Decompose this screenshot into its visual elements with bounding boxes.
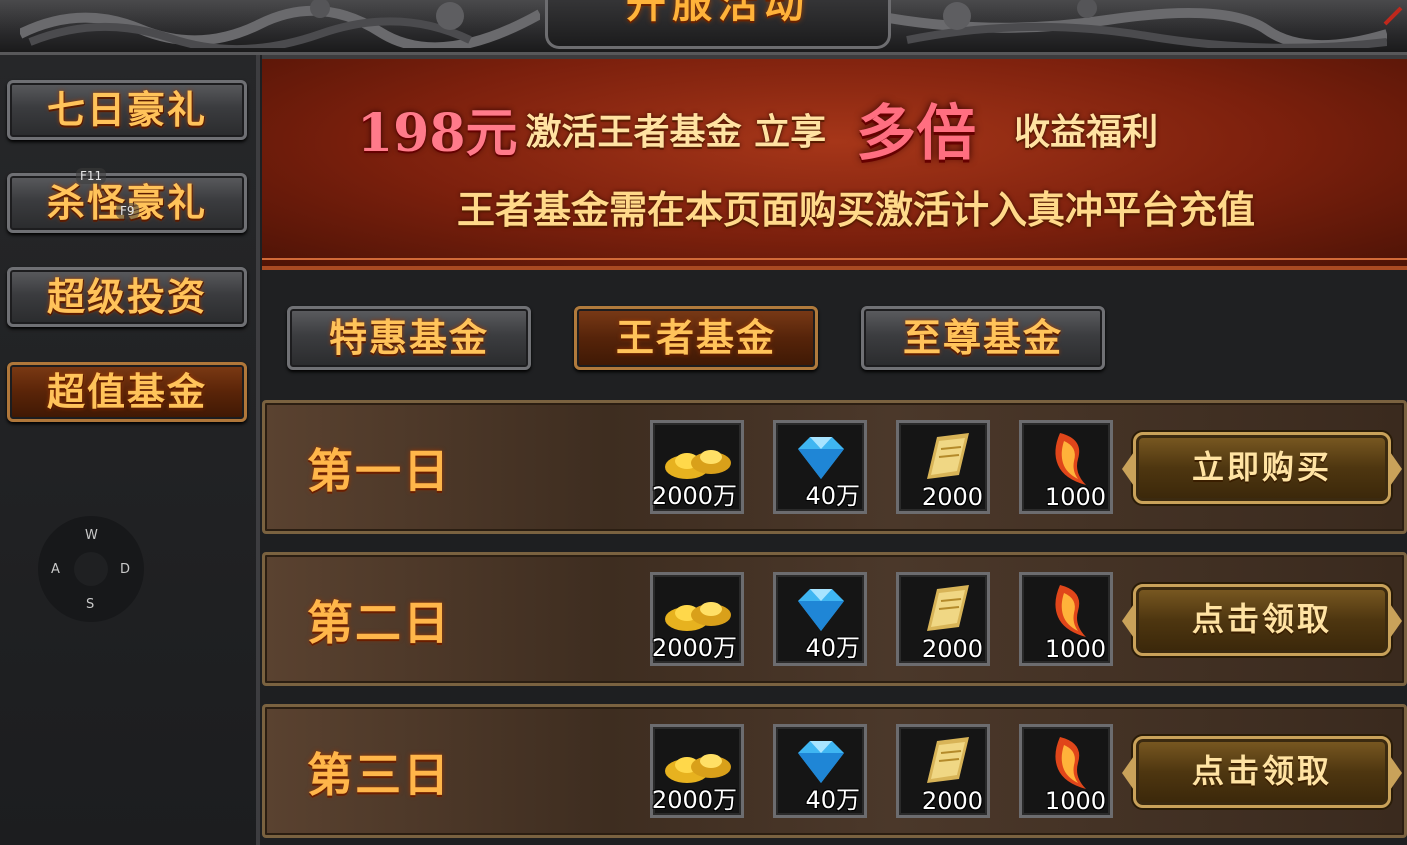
banner-text-b: 收益福利 xyxy=(1014,110,1159,153)
row-day-label: 第一日 xyxy=(307,444,451,498)
key-d-label: D xyxy=(120,562,131,577)
button-label: 点击领取 xyxy=(1191,752,1332,790)
reward-amount: 1000 xyxy=(1044,483,1106,511)
button-cap xyxy=(1122,449,1136,489)
tab-label: 特惠基金 xyxy=(328,315,489,360)
sidebar-item-label: 七日豪礼 xyxy=(46,87,207,132)
fund-tabs: 特惠基金 王者基金 至尊基金 xyxy=(262,270,1407,400)
reward-slot[interactable]: 40万 xyxy=(773,724,867,818)
button-label: 点击领取 xyxy=(1191,600,1332,638)
reward-slot[interactable]: 2000 xyxy=(896,724,990,818)
hotkey-hint: F9 xyxy=(116,203,139,219)
tab-king-fund[interactable]: 王者基金 xyxy=(574,306,818,370)
reward-slot[interactable]: 1000 xyxy=(1019,572,1113,666)
reward-slot[interactable]: 40万 xyxy=(773,572,867,666)
reward-amount: 2000 xyxy=(921,635,983,663)
banner-line1: 198元 激活王者基金 立享 多倍 收益福利 xyxy=(357,85,1158,172)
row-day-label: 第三日 xyxy=(307,748,451,802)
key-s-label: S xyxy=(86,597,95,612)
joystick-center[interactable] xyxy=(74,552,108,586)
reward-slot[interactable]: 2000 xyxy=(896,420,990,514)
reward-row: 第二日 2000万 40万 2000 1000 点击领取 xyxy=(262,552,1407,686)
row-day-label: 第二日 xyxy=(307,596,451,650)
tab-label: 至尊基金 xyxy=(902,315,1063,360)
reward-amount: 2000万 xyxy=(651,634,737,662)
banner-text-a: 激活王者基金 立享 xyxy=(525,110,827,153)
dragon-ornament-icon xyxy=(20,0,540,48)
reward-amount: 2000 xyxy=(921,483,983,511)
reward-amount: 2000万 xyxy=(651,482,737,510)
reward-slot[interactable]: 2000万 xyxy=(650,724,744,818)
title-bar: 开服活动 xyxy=(0,0,1407,55)
reward-amount: 1000 xyxy=(1044,635,1106,663)
sidebar-item-super-investment[interactable]: 超级投资 xyxy=(7,267,247,327)
flame-feather-icon xyxy=(1055,737,1086,789)
reward-slot[interactable]: 1000 xyxy=(1019,724,1113,818)
scroll-icon xyxy=(927,433,969,479)
flame-feather-icon xyxy=(1055,433,1086,485)
reward-slot[interactable]: 2000万 xyxy=(650,572,744,666)
reward-slot[interactable]: 2000 xyxy=(896,572,990,666)
reward-slot[interactable]: 40万 xyxy=(773,420,867,514)
close-icon[interactable] xyxy=(1381,4,1403,28)
banner-price: 198元 xyxy=(357,103,518,164)
tab-discount-fund[interactable]: 特惠基金 xyxy=(287,306,531,370)
reward-amount: 2000 xyxy=(921,787,983,815)
reward-amount: 40万 xyxy=(805,786,860,814)
buy-now-button[interactable]: 立即购买 xyxy=(1122,432,1402,504)
claim-button[interactable]: 点击领取 xyxy=(1122,584,1402,656)
page-title: 开服活动 xyxy=(626,0,810,27)
claim-button[interactable]: 点击领取 xyxy=(1122,736,1402,808)
reward-amount: 40万 xyxy=(805,482,860,510)
button-cap xyxy=(1388,601,1402,641)
sidebar: 七日豪礼 杀怪豪礼 超级投资 超值基金 F11 F9 W A D S xyxy=(0,55,260,845)
reward-slot[interactable]: 2000万 xyxy=(650,420,744,514)
banner-line2: 王者基金需在本页面购买激活计入真冲平台充值 xyxy=(457,187,1256,232)
button-cap xyxy=(1388,449,1402,489)
reward-amount: 40万 xyxy=(805,634,860,662)
sidebar-item-seven-day-gift[interactable]: 七日豪礼 xyxy=(7,80,247,140)
banner-multiplier: 多倍 xyxy=(856,99,977,169)
tab-supreme-fund[interactable]: 至尊基金 xyxy=(861,306,1105,370)
key-w-label: W xyxy=(85,528,98,543)
reward-row: 第一日 2000万 40万 2000 1000 立即购买 xyxy=(262,400,1407,534)
hotkey-hint: F11 xyxy=(76,168,107,184)
button-label: 立即购买 xyxy=(1191,448,1332,486)
tab-label: 王者基金 xyxy=(615,315,776,360)
promo-banner: 198元 激活王者基金 立享 多倍 收益福利 王者基金需在本页面购买激活计入真冲平台充… xyxy=(262,55,1407,270)
title-plate: 开服活动 xyxy=(545,0,891,49)
button-cap xyxy=(1122,601,1136,641)
dragon-ornament-icon xyxy=(867,0,1387,48)
sidebar-item-label: 超级投资 xyxy=(46,274,207,319)
reward-row: 第三日 2000万 40万 2000 1000 点击领取 xyxy=(262,704,1407,838)
button-cap xyxy=(1388,753,1402,793)
button-cap xyxy=(1122,753,1136,793)
reward-amount: 2000万 xyxy=(651,786,737,814)
scroll-icon xyxy=(927,585,969,631)
sidebar-item-value-fund[interactable]: 超值基金 xyxy=(7,362,247,422)
scroll-icon xyxy=(927,737,969,783)
key-a-label: A xyxy=(51,562,60,577)
flame-feather-icon xyxy=(1055,585,1086,637)
wasd-joystick[interactable]: W A D S xyxy=(38,516,144,622)
sidebar-item-label: 超值基金 xyxy=(46,369,207,414)
reward-amount: 1000 xyxy=(1044,787,1106,815)
reward-slot[interactable]: 1000 xyxy=(1019,420,1113,514)
